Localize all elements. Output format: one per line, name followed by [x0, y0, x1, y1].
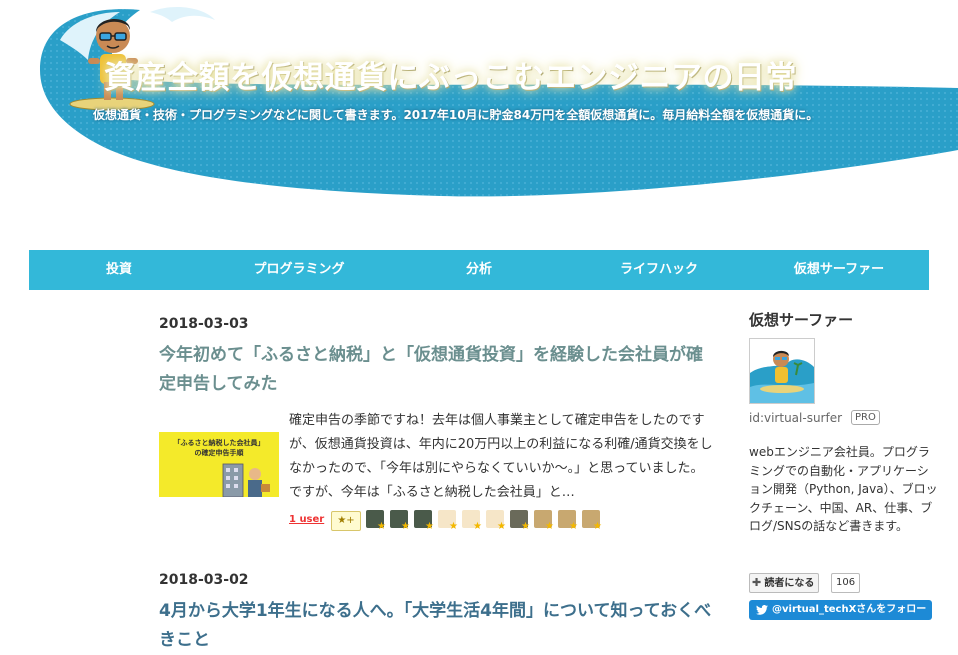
- plus-icon: ✚: [752, 576, 762, 589]
- global-nav: 投資 プログラミング 分析 ライフハック 仮想サーファー: [29, 250, 929, 290]
- nav-item-virtual-surfer[interactable]: 仮想サーファー: [794, 250, 884, 290]
- star-avatar[interactable]: ★: [534, 510, 554, 532]
- nav-item-programming[interactable]: プログラミング: [253, 250, 344, 290]
- star-icon: ★: [545, 521, 554, 532]
- subscribe-button[interactable]: ✚ 読者になる: [749, 573, 820, 593]
- star-icon: ★: [473, 521, 482, 532]
- profile-user-id[interactable]: id:virtual-surfer: [749, 411, 842, 425]
- star-avatar[interactable]: ★: [414, 510, 434, 532]
- star-icon: ★: [401, 521, 410, 532]
- sidebar-profile-title: 仮想サーファー: [749, 311, 854, 329]
- star-icon: ★: [425, 521, 434, 532]
- star-icon: ★: [593, 521, 602, 532]
- star-avatar[interactable]: ★: [486, 510, 506, 532]
- star-icon: ★: [569, 521, 578, 532]
- thumbnail-caption: 「ふるさと納税した会社員」: [173, 439, 265, 447]
- blog-header: 資産全額を仮想通貨にぶっこむエンジニアの日常 仮想通貨・技術・プログラミングなど…: [0, 0, 958, 240]
- entry-date[interactable]: 2018-03-03: [159, 316, 249, 332]
- entry-title[interactable]: 4月から大学1年生になる人へ。「大学生活4年間」について知っておくべきこと: [159, 597, 719, 655]
- blog-description: 仮想通貨・技術・プログラミングなどに関して書きます。2017年10月に貯金84万…: [93, 108, 819, 122]
- star-avatar[interactable]: ★: [582, 510, 602, 532]
- star-avatar[interactable]: ★: [558, 510, 578, 532]
- star-avatar[interactable]: ★: [510, 510, 530, 532]
- nav-item-lifehack[interactable]: ライフハック: [620, 250, 698, 290]
- nav-item-investment[interactable]: 投資: [106, 250, 132, 290]
- entry-date[interactable]: 2018-03-02: [159, 572, 249, 588]
- blog-title[interactable]: 資産全額を仮想通貨にぶっこむエンジニアの日常: [104, 52, 797, 97]
- star-users-link[interactable]: 1 user: [289, 514, 324, 525]
- profile-bio: webエンジニア会社員。プログラミングでの自動化・アプリケーション開発（Pyth…: [749, 445, 938, 533]
- entry-title[interactable]: 今年初めて「ふるさと納税」と「仮想通貨投資」を経験した会社員が確定申告してみた: [159, 341, 719, 399]
- star-icon: ★: [497, 521, 506, 532]
- building-illustration-icon: [222, 463, 270, 497]
- subscriber-count: 106: [831, 573, 861, 593]
- profile-avatar[interactable]: [749, 338, 815, 404]
- twitter-follow-label: @virtual_techXさんをフォロー: [772, 604, 927, 615]
- star-icon: ★: [521, 521, 530, 532]
- entry-excerpt: 確定申告の季節ですね！去年は個人事業主として確定申告をしたのですが、仮想通貨投資…: [289, 413, 713, 500]
- hatena-star-row: 1 user ★+ ★ ★ ★ ★ ★ ★ ★ ★ ★ ★: [289, 510, 729, 534]
- add-star-button[interactable]: ★+: [331, 511, 361, 531]
- star-avatar[interactable]: ★: [366, 510, 386, 532]
- star-avatar[interactable]: ★: [462, 510, 482, 532]
- subscribe-label: 読者になる: [764, 578, 815, 589]
- twitter-follow-button[interactable]: @virtual_techXさんをフォロー: [749, 600, 932, 620]
- star-avatar[interactable]: ★: [438, 510, 458, 532]
- thumbnail-caption: の確定申告手順: [194, 449, 244, 457]
- pro-badge: PRO: [851, 410, 880, 425]
- star-avatar[interactable]: ★: [390, 510, 410, 532]
- star-icon: ★: [449, 521, 458, 532]
- twitter-bird-icon: [756, 605, 768, 615]
- nav-item-analysis[interactable]: 分析: [466, 250, 492, 290]
- surfer-avatar-icon: [750, 339, 814, 403]
- star-icon: ★: [377, 521, 386, 532]
- entry-thumbnail[interactable]: 「ふるさと納税した会社員」 の確定申告手順: [159, 432, 279, 497]
